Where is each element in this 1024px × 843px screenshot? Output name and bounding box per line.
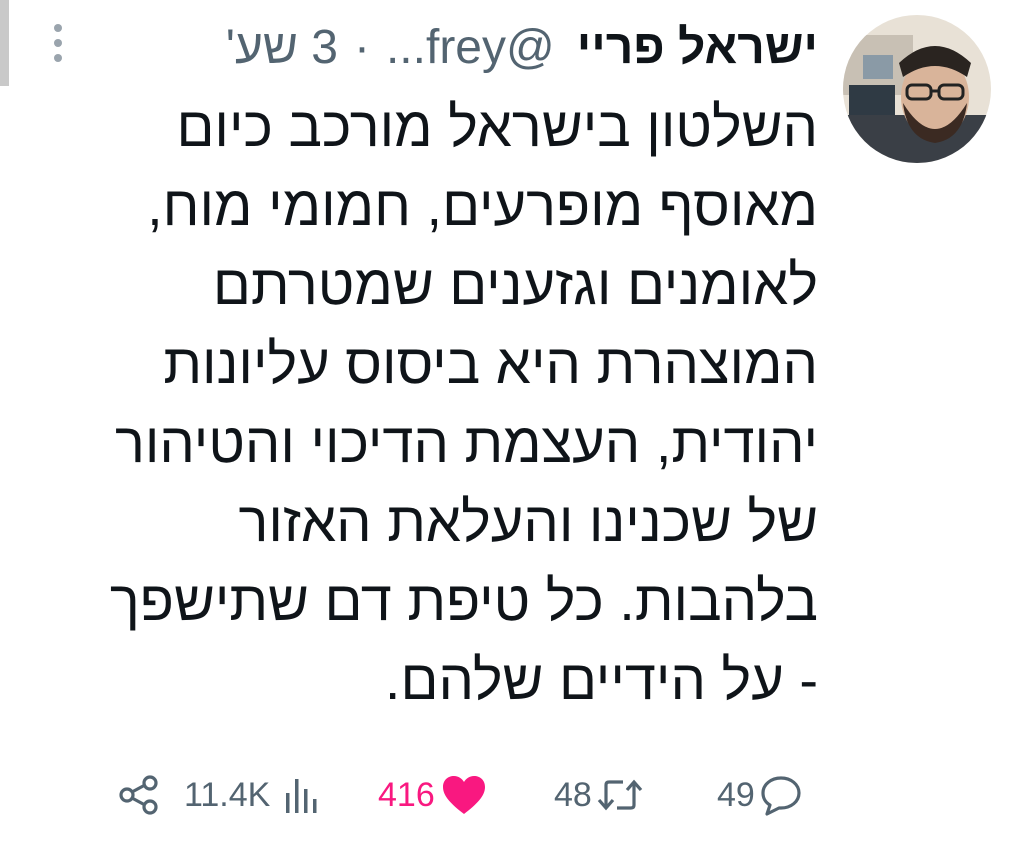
reply-icon [759,774,803,816]
views-button[interactable]: 11.4K [184,760,318,830]
author-name[interactable]: ישראל פריי [577,8,818,88]
share-icon [118,774,160,816]
tweet-text-line: של שכנינו והעלאת האזור [238,490,818,553]
views-count: 11.4K [184,775,271,814]
tweet-text-line: לאומנים וגזענים שמטרתם [212,253,818,316]
tweet-timestamp[interactable]: 3 שע' [226,8,338,88]
header-separator: · [353,21,370,74]
avatar[interactable] [843,15,991,163]
tweet-text-line: השלטון בישראל מורכב כיום [176,95,818,158]
tweet-text-line: בלהבות. כל טיפת דם שתישפך [109,569,818,632]
tweet-header: ישראל פריי @frey... · 3 שע' [226,8,818,88]
heart-icon [441,774,487,816]
like-button[interactable]: 416 [378,760,487,830]
share-button[interactable] [118,760,160,830]
tweet-text-line: מאוסף מופרעים, חמומי מוח, [147,174,818,237]
replies-count: 49 [717,775,755,814]
retweet-icon [596,777,644,813]
tweet-text-line: יהודית, העצמת הדיכוי והטיהור [114,411,818,474]
more-vertical-icon[interactable] [50,22,64,64]
tweet-actions-bar: 11.4K 416 48 49 [0,760,1024,830]
reply-button[interactable]: 49 [717,760,803,830]
author-handle[interactable]: @frey... [386,8,555,88]
avatar-image [843,15,991,163]
tweet-text: השלטון בישראל מורכב כיום מאוסף מופרעים, … [18,87,818,719]
retweets-count: 48 [554,775,592,814]
retweet-button[interactable]: 48 [554,760,644,830]
tweet-text-line: - על הידיים שלהם. [384,648,818,711]
scroll-edge-indicator [0,0,9,86]
likes-count: 416 [378,775,435,814]
views-icon [284,775,318,815]
tweet-text-line: המוצהרת היא ביסוס עליונות [163,332,818,395]
